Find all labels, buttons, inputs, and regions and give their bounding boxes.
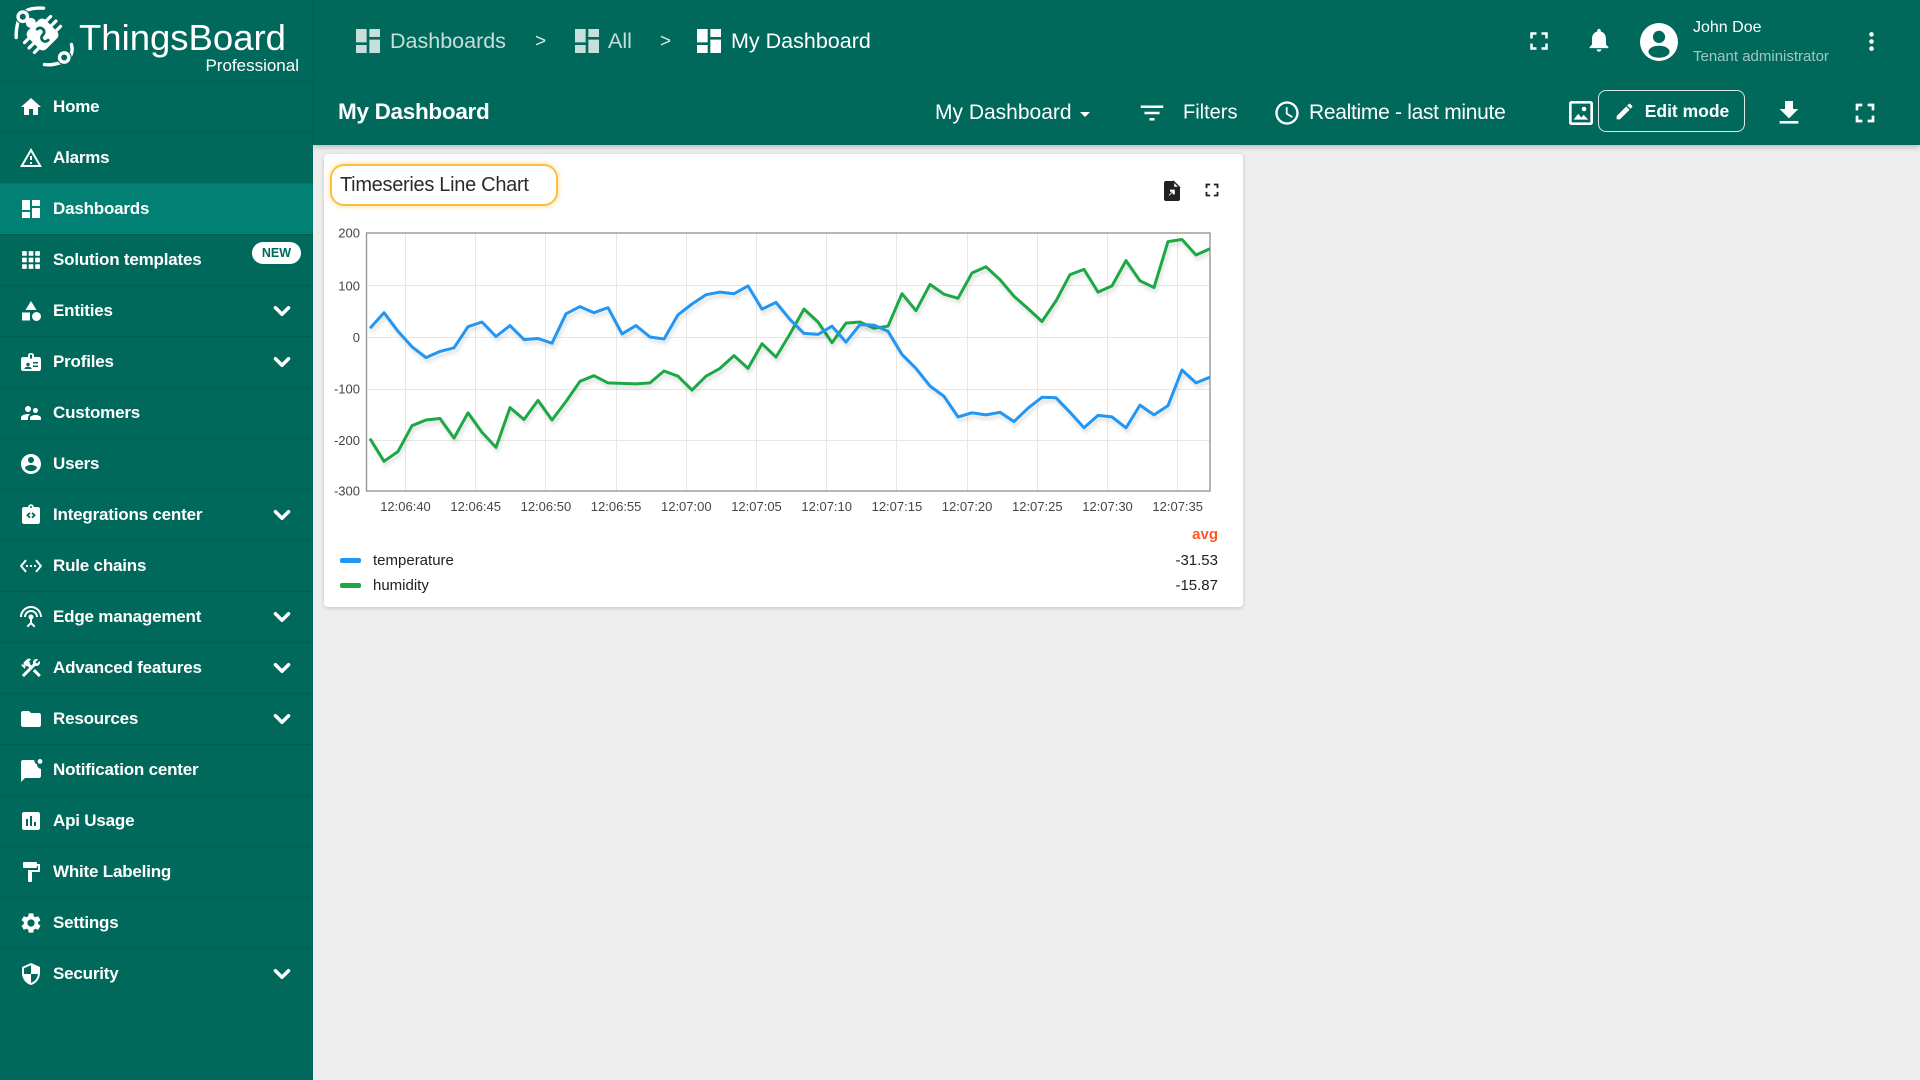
svg-text:12:07:10: 12:07:10 bbox=[801, 499, 852, 514]
svg-text:12:07:00: 12:07:00 bbox=[661, 499, 712, 514]
svg-text:12:06:55: 12:06:55 bbox=[591, 499, 642, 514]
svg-text:-300: -300 bbox=[334, 484, 360, 499]
svg-text:12:06:40: 12:06:40 bbox=[380, 499, 431, 514]
svg-text:12:06:50: 12:06:50 bbox=[521, 499, 572, 514]
svg-text:12:07:05: 12:07:05 bbox=[731, 499, 782, 514]
svg-text:200: 200 bbox=[338, 226, 360, 241]
svg-text:12:07:25: 12:07:25 bbox=[1012, 499, 1063, 514]
svg-text:12:07:15: 12:07:15 bbox=[872, 499, 923, 514]
svg-text:-100: -100 bbox=[334, 382, 360, 397]
svg-text:12:06:45: 12:06:45 bbox=[450, 499, 501, 514]
svg-text:100: 100 bbox=[338, 278, 360, 293]
svg-text:12:07:30: 12:07:30 bbox=[1082, 499, 1133, 514]
svg-text:-200: -200 bbox=[334, 433, 360, 448]
svg-text:12:07:20: 12:07:20 bbox=[942, 499, 993, 514]
svg-text:12:07:35: 12:07:35 bbox=[1152, 499, 1203, 514]
svg-text:ThingsBoard: ThingsBoard bbox=[79, 17, 286, 58]
svg-text:Professional: Professional bbox=[205, 56, 299, 75]
svg-text:0: 0 bbox=[353, 330, 360, 345]
